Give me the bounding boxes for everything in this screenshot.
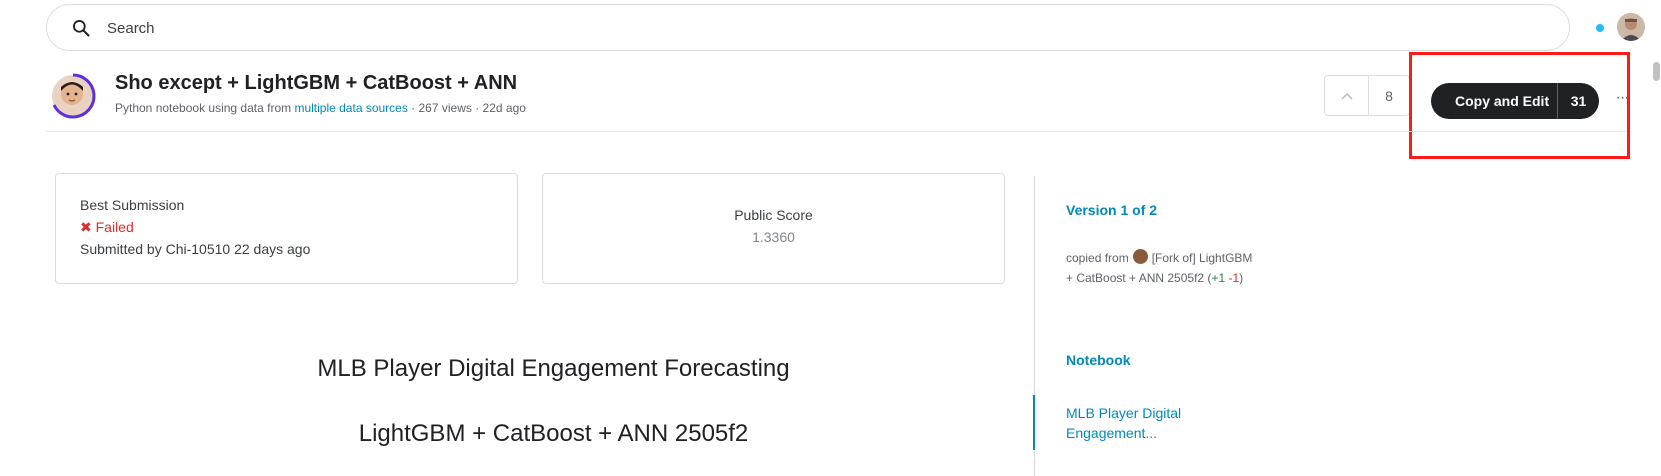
- user-avatar-icon: [1617, 13, 1645, 41]
- notification-dot: [1596, 24, 1604, 32]
- vote-count: 8: [1385, 87, 1393, 104]
- diff-close: ): [1239, 271, 1244, 285]
- author-avatar-icon: [52, 73, 96, 119]
- notebook-link[interactable]: Notebook: [1066, 352, 1131, 368]
- upvote-button[interactable]: [1325, 76, 1369, 115]
- toc-item[interactable]: MLB Player Digital Engagement...: [1066, 403, 1226, 443]
- sidebar-active-indicator: [1033, 395, 1035, 450]
- meta-suffix: · 267 views · 22d ago: [407, 101, 526, 115]
- copy-and-edit-label: Copy and Edit: [1455, 93, 1550, 109]
- vote-widget: 8: [1324, 75, 1410, 116]
- version-link[interactable]: Version 1 of 2: [1066, 202, 1157, 218]
- scrollbar-thumb[interactable]: [1653, 62, 1660, 81]
- more-options-icon[interactable]: ···: [1612, 88, 1632, 108]
- search-input[interactable]: [107, 13, 1507, 43]
- search-bar[interactable]: [46, 4, 1570, 51]
- diff-added: +1: [1211, 271, 1226, 285]
- notebook-meta: Python notebook using data from multiple…: [115, 101, 526, 115]
- source-author-avatar[interactable]: [1132, 249, 1148, 264]
- meta-prefix: Python notebook using data from: [115, 101, 295, 115]
- copied-from-label: copied from: [1066, 251, 1129, 265]
- copied-from: copied from [Fork of] LightGBM + CatBoost…: [1066, 248, 1256, 288]
- public-score-card: Public Score 1.3360: [542, 173, 1005, 284]
- best-submission-heading: Best Submission: [80, 197, 185, 213]
- status-text: Failed: [95, 219, 134, 235]
- failed-x-icon: ✖: [80, 219, 92, 235]
- copy-count: 31: [1570, 93, 1587, 109]
- content-heading-1: MLB Player Digital Engagement Forecastin…: [317, 355, 790, 382]
- submission-status: ✖ Failed: [80, 219, 134, 236]
- submitted-by: Submitted by Chi-10510 22 days ago: [80, 241, 311, 257]
- scrollbar[interactable]: [1652, 56, 1661, 476]
- search-icon: [73, 20, 90, 37]
- header-divider: [46, 131, 1626, 132]
- data-sources-link[interactable]: multiple data sources: [294, 101, 407, 115]
- public-score-value: 1.3360: [752, 229, 795, 245]
- public-score-heading: Public Score: [734, 207, 813, 223]
- diff-removed: -1: [1228, 271, 1240, 285]
- author-avatar[interactable]: [50, 73, 96, 119]
- content-heading-2: LightGBM + CatBoost + ANN 2505f2: [358, 420, 749, 447]
- notebook-title: Sho except + LightGBM + CatBoost + ANN: [115, 72, 518, 94]
- copy-and-edit-button[interactable]: Copy and Edit 31: [1431, 83, 1599, 119]
- chevron-up-icon: [1340, 92, 1353, 100]
- best-submission-card: Best Submission ✖ Failed Submitted by Ch…: [55, 173, 518, 284]
- user-avatar[interactable]: [1617, 13, 1645, 41]
